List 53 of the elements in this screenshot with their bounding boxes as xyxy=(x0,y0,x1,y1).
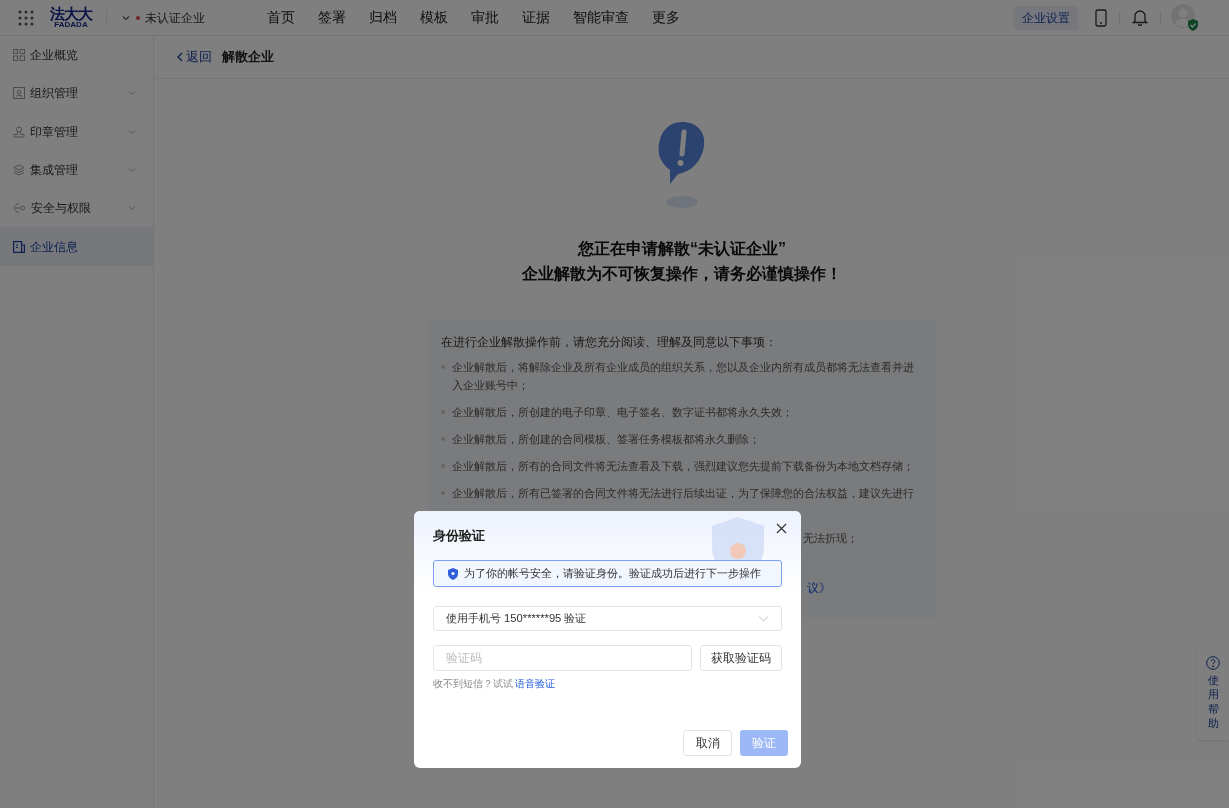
voice-verify-link[interactable]: 语音验证 xyxy=(515,677,555,691)
company-switcher[interactable]: 未认证企业 xyxy=(121,8,205,27)
sidebar-item[interactable]: 集成管理 xyxy=(0,150,153,190)
back-link[interactable]: 返回 xyxy=(176,47,212,67)
send-code-button[interactable]: 获取验证码 xyxy=(700,645,782,671)
nav-link[interactable]: 更多 xyxy=(652,7,680,28)
sidebar-item[interactable]: 企业信息 xyxy=(0,227,153,266)
cancel-button[interactable]: 取消 xyxy=(683,730,732,756)
help-panel[interactable]: 使用帮助 xyxy=(1197,648,1229,740)
close-icon[interactable] xyxy=(776,523,787,534)
apps-icon[interactable] xyxy=(18,9,34,26)
warning-heading: 您正在申请解散“未认证企业” xyxy=(578,239,786,259)
menu-item-icon xyxy=(13,164,25,177)
notice-item: 企业解散后，将解除企业及所有企业成员的组织关系，您以及企业内所有成员都将无法查看并进入企业账号中； xyxy=(452,360,915,393)
phone-icon[interactable] xyxy=(1095,8,1107,27)
page-title: 解散企业 xyxy=(222,48,274,67)
menu-item-icon xyxy=(13,240,25,253)
shield-icon xyxy=(448,567,458,580)
notice-item: 企业解散后，所创建的合同模板、签署任务模板都将永久删除； xyxy=(452,432,760,447)
notice-item: 企业解散后，所创建的电子印章、电子签名、数字证书都将永久失效； xyxy=(452,405,793,420)
sidebar-item[interactable]: 印章管理 xyxy=(0,112,153,151)
bell-icon[interactable] xyxy=(1132,9,1148,26)
nav-link[interactable]: 签署 xyxy=(318,7,346,28)
help-icon xyxy=(1206,656,1220,670)
nav-link[interactable]: 归档 xyxy=(369,7,397,28)
chevron-down-icon xyxy=(758,614,769,623)
brand-logo: 法大大 FADADA xyxy=(50,6,92,29)
notice-item: 企业解散后，所有已签署的合同文件将无法进行后续出证，为了保障您的合法权益，建议先进行 xyxy=(452,486,914,501)
info-banner: 为了你的帐号安全，请验证身份。验证成功后进行下一步操作 xyxy=(433,560,782,587)
agreement-link[interactable]: 议》 xyxy=(807,579,831,597)
notice-intro: 在进行企业解散操作前，请您充分阅读、理解及同意以下事项： xyxy=(441,334,778,351)
notice-item: 无法折现； xyxy=(803,531,858,546)
menu-item-icon xyxy=(13,49,25,62)
verify-method-select[interactable]: 使用手机号 150******95 验证 xyxy=(433,606,782,631)
menu-item-icon xyxy=(13,125,25,138)
dialog-title: 身份验证 xyxy=(433,526,485,545)
settings-button[interactable]: 企业设置 xyxy=(1014,5,1078,30)
nav-link[interactable]: 审批 xyxy=(471,7,499,28)
menu-item-icon xyxy=(13,87,25,100)
chevron-left-icon xyxy=(176,52,184,62)
nav-link[interactable]: 智能审查 xyxy=(573,7,629,28)
nav-link[interactable]: 证据 xyxy=(522,7,550,28)
sidebar-item[interactable]: 企业概览 xyxy=(0,36,153,75)
nav-link[interactable]: 模板 xyxy=(420,7,448,28)
hint-text: 收不到短信？试试 xyxy=(433,677,513,691)
sidebar-item[interactable]: 组织管理 xyxy=(0,74,153,113)
notice-item: 企业解散后，所有的合同文件将无法查看及下载，强烈建议您先提前下载备份为本地文档存储； xyxy=(452,459,914,474)
code-input[interactable]: 验证码 xyxy=(433,645,692,671)
warning-heading: 企业解散为不可恢复操作，请务必谨慎操作！ xyxy=(522,264,842,284)
avatar-icon[interactable] xyxy=(1171,3,1199,32)
help-label: 使用帮助 xyxy=(1207,673,1219,731)
nav-link[interactable]: 首页 xyxy=(267,7,295,28)
menu-item-icon xyxy=(13,202,26,215)
